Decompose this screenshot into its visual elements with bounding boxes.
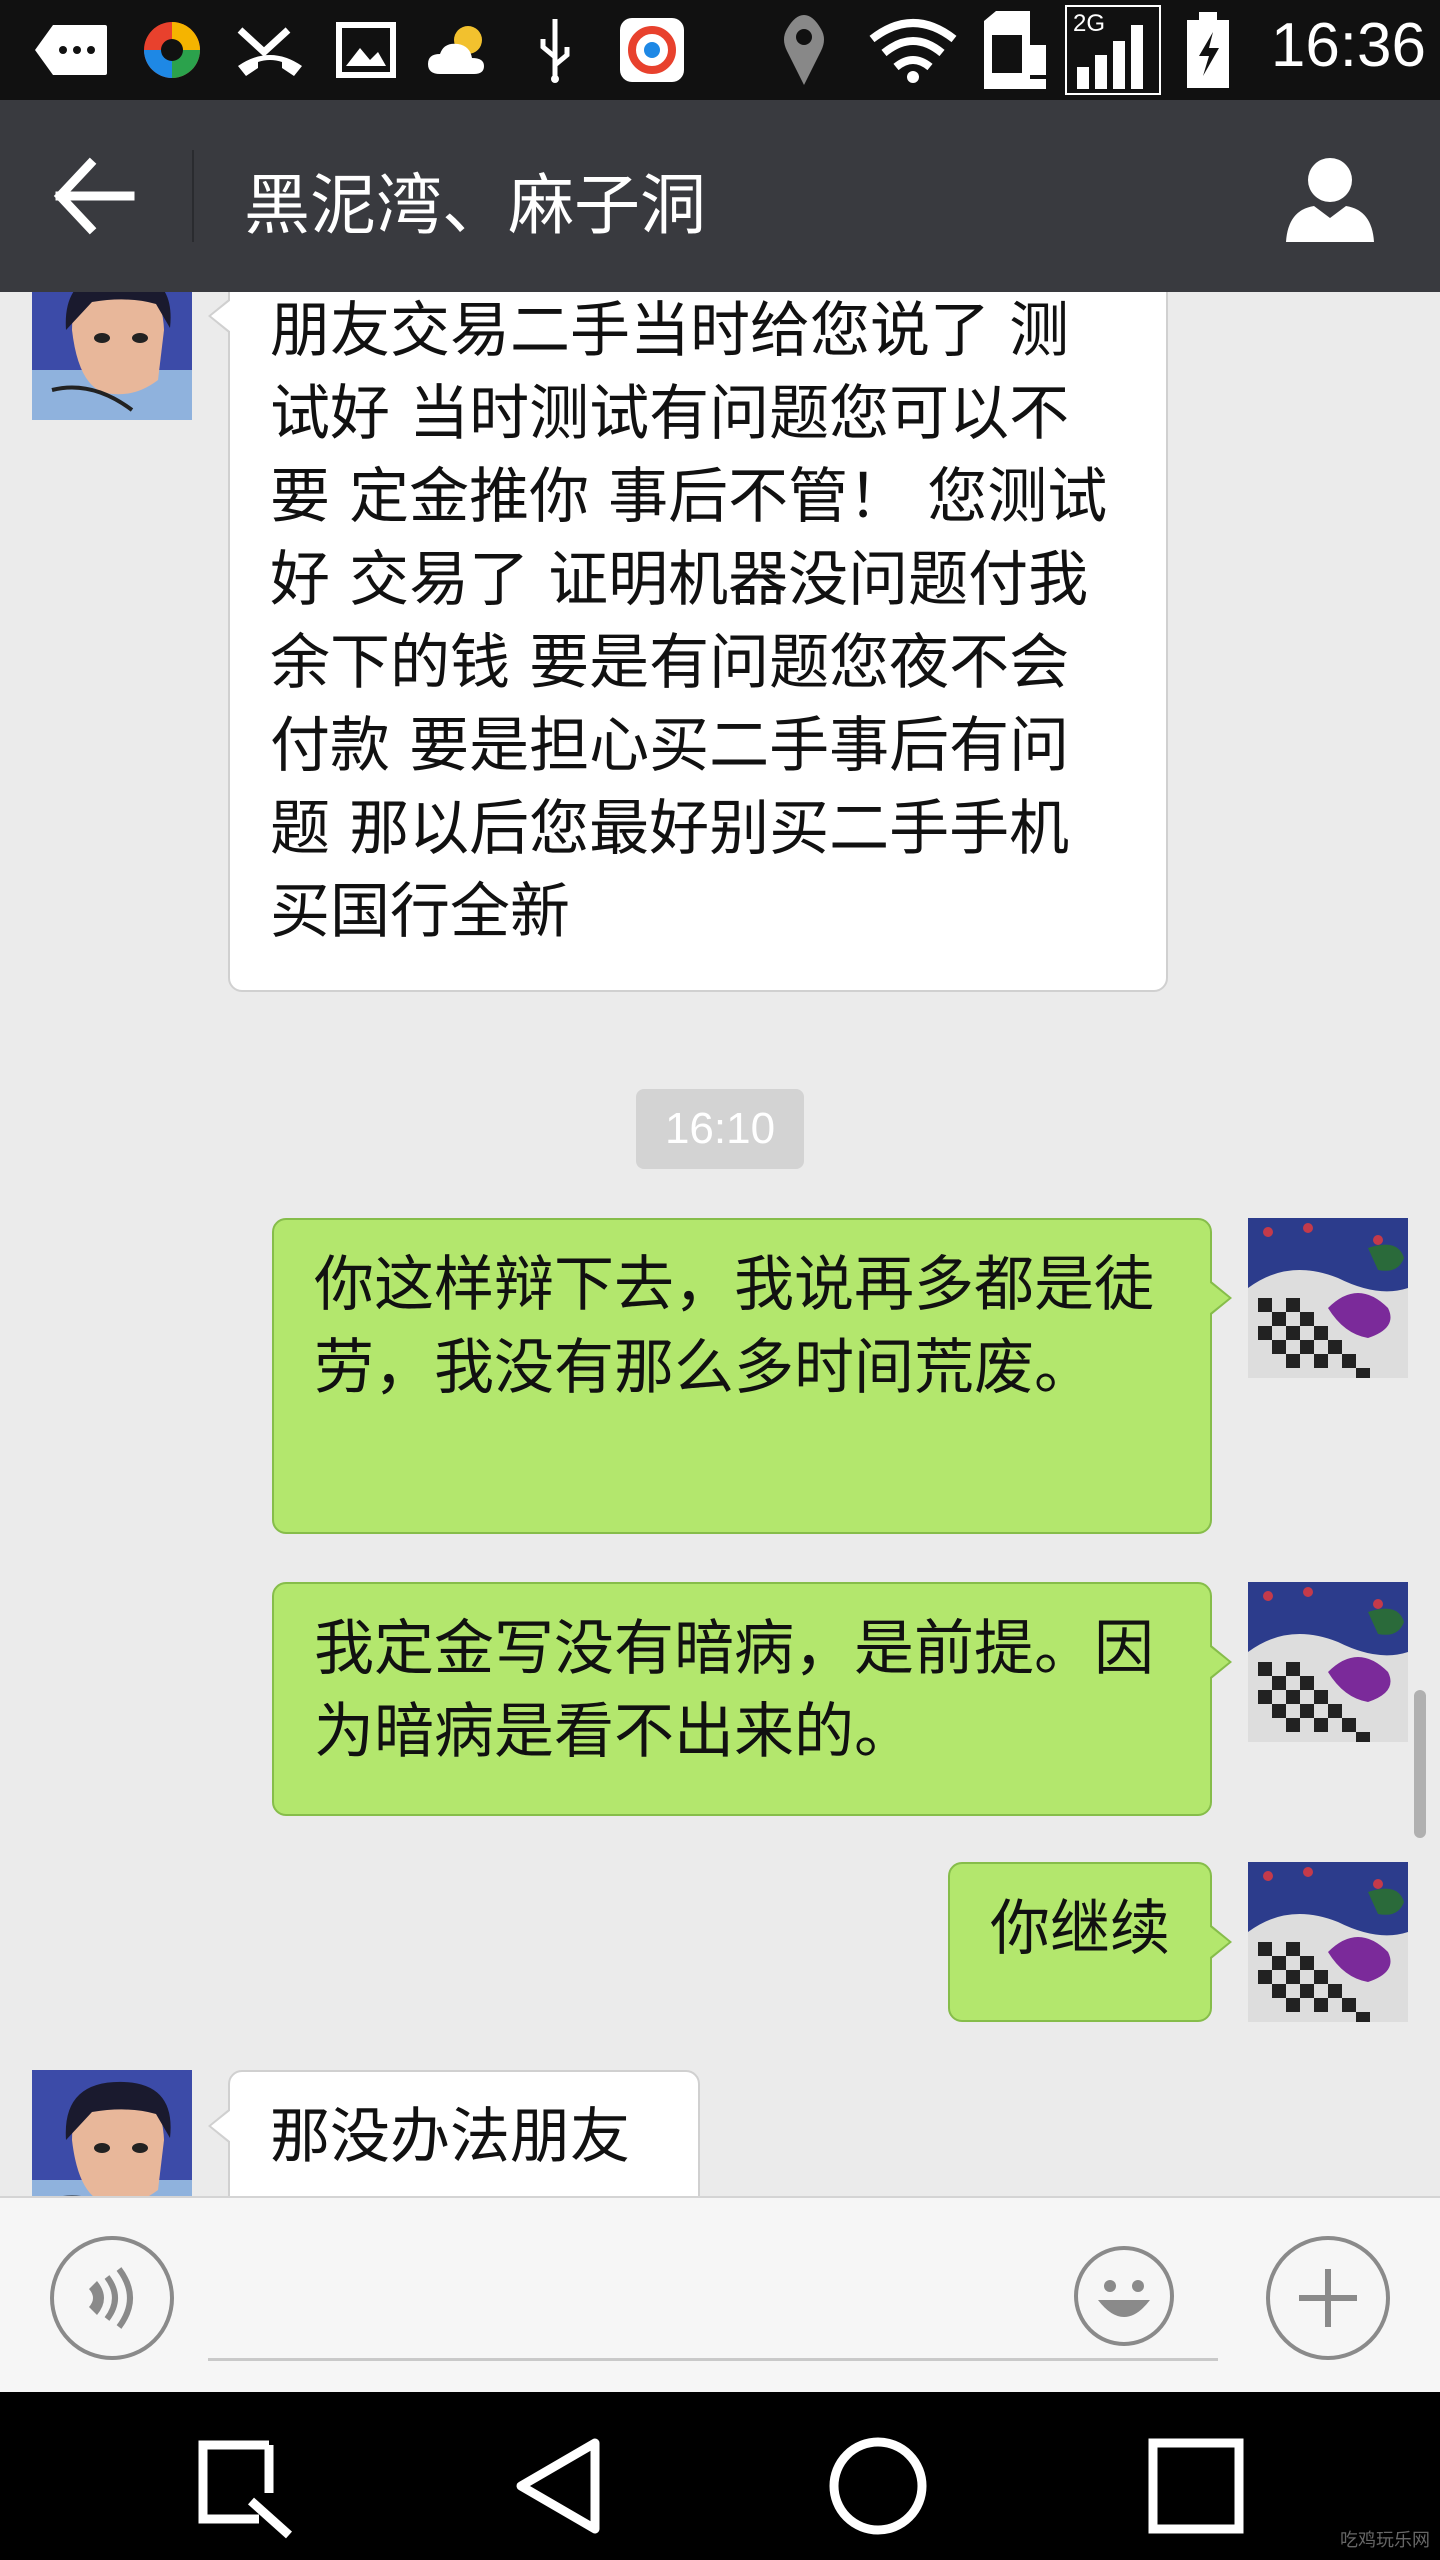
usb-icon <box>530 14 580 86</box>
contact-avatar[interactable] <box>32 2070 192 2196</box>
contact-avatar[interactable] <box>32 292 192 420</box>
input-bar <box>0 2196 1440 2392</box>
battery-icon <box>1180 12 1236 88</box>
location-icon <box>776 14 832 86</box>
weather-icon <box>420 14 504 86</box>
chat-title: 黑泥湾、麻子洞 <box>244 167 706 244</box>
message-input[interactable] <box>208 2244 1222 2346</box>
input-underline <box>208 2358 1218 2361</box>
search-nav-button[interactable] <box>184 2426 304 2546</box>
recents-nav-button[interactable] <box>1136 2426 1256 2546</box>
title-divider <box>192 150 194 242</box>
back-nav-button[interactable] <box>502 2426 622 2546</box>
svg-text:2G: 2G <box>1073 10 1105 37</box>
status-bar: 2G 16:36 <box>0 0 1440 100</box>
signal-icon: 2G <box>1064 5 1162 95</box>
message-timestamp: 16:10 <box>636 1089 804 1169</box>
message-text: 那没办法朋友 <box>270 2102 630 2172</box>
message-input-field[interactable] <box>208 2244 1222 2346</box>
outgoing-message[interactable]: 你这样辩下去，我说再多都是徒劳，我没有那么多时间荒废。 <box>272 1218 1232 1534</box>
my-avatar[interactable] <box>1248 1862 1408 2022</box>
my-avatar[interactable] <box>1248 1218 1408 1378</box>
message-text: 你继续 <box>990 1894 1170 1964</box>
emoji-button[interactable] <box>1074 2246 1174 2346</box>
message-text: 你这样辩下去，我说再多都是徒劳，我没有那么多时间荒废。 <box>314 1250 1154 1403</box>
app-ball-icon <box>136 14 208 86</box>
title-bar: 黑泥湾、麻子洞 <box>0 100 1440 292</box>
message-list[interactable]: 朋友交易二手当时给您说了 测试好 当时测试有问题您可以不要 定金推你 事后不管！… <box>0 292 1440 2196</box>
wifi-icon <box>866 14 960 86</box>
plus-icon <box>1299 2269 1357 2327</box>
back-triangle-icon <box>516 2438 600 2534</box>
sim-alert-icon <box>980 11 1052 89</box>
incoming-message[interactable]: 朋友交易二手当时给您说了 测试好 当时测试有问题您可以不要 定金推你 事后不管！… <box>208 292 1168 992</box>
home-circle-icon <box>829 2437 927 2535</box>
app-icon <box>616 14 688 86</box>
profile-button[interactable] <box>1280 150 1380 250</box>
keyboard-icon <box>30 14 112 86</box>
image-icon <box>334 14 398 86</box>
home-nav-button[interactable] <box>818 2426 938 2546</box>
arrow-left-icon <box>53 157 135 235</box>
recents-square-icon <box>1148 2438 1244 2534</box>
more-button[interactable] <box>1266 2236 1390 2360</box>
outgoing-message[interactable]: 你继续 <box>948 1862 1232 2022</box>
message-text: 朋友交易二手当时给您说了 测试好 当时测试有问题您可以不要 定金推你 事后不管！… <box>270 296 1108 947</box>
search-nav-icon <box>198 2440 293 2539</box>
back-button[interactable] <box>50 150 150 242</box>
incoming-message[interactable]: 那没办法朋友 <box>208 2070 700 2196</box>
scrollbar[interactable] <box>1414 1690 1426 1838</box>
outgoing-message[interactable]: 我定金写没有暗病，是前提。因为暗病是看不出来的。 <box>272 1582 1232 1816</box>
message-text: 我定金写没有暗病，是前提。因为暗病是看不出来的。 <box>314 1614 1154 1767</box>
clock: 16:36 <box>1270 11 1426 80</box>
missed-call-icon <box>230 14 310 86</box>
voice-button[interactable] <box>50 2236 174 2360</box>
smiley-icon <box>1098 2280 1150 2317</box>
my-avatar[interactable] <box>1248 1582 1408 1742</box>
voice-icon <box>89 2267 133 2329</box>
navigation-bar: 吃鸡玩乐网 <box>0 2392 1440 2560</box>
person-icon <box>1286 158 1374 242</box>
watermark: 吃鸡玩乐网 <box>1340 2530 1430 2551</box>
